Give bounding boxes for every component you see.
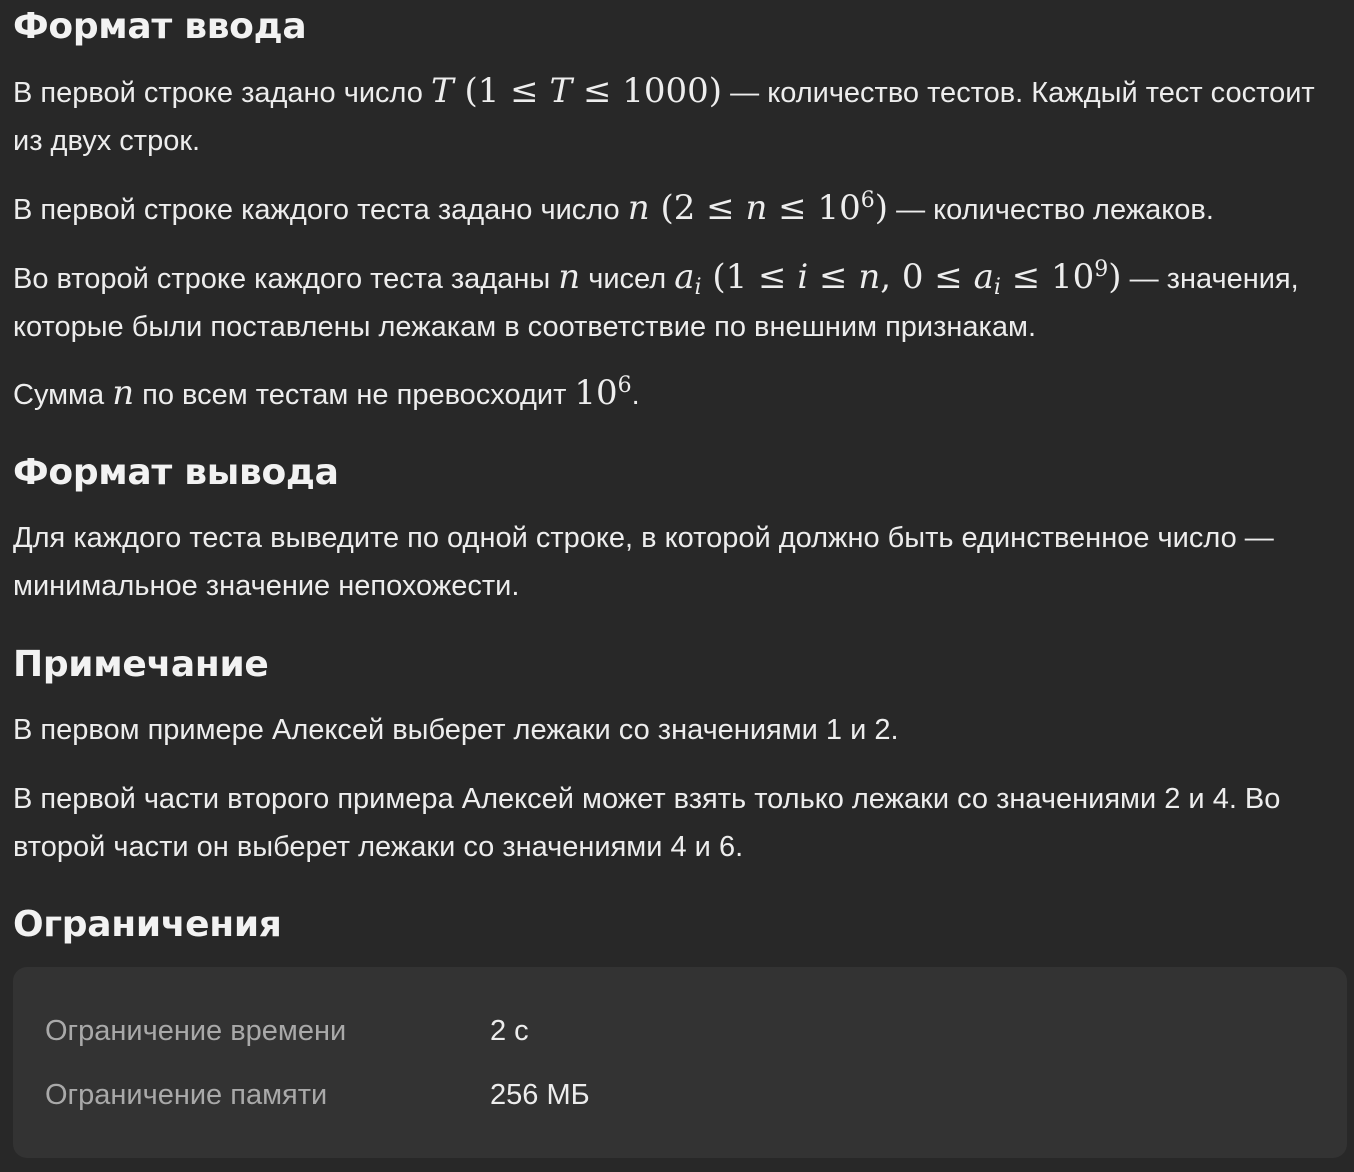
input-format-paragraph-3: Во второй строке каждого теста заданы n … <box>13 253 1347 351</box>
input-format-heading: Формат ввода <box>13 6 307 47</box>
math-var: i <box>797 257 809 297</box>
math-var: n <box>858 257 881 297</box>
math-formula: n (2 ≤ n ≤ 106) <box>628 188 888 228</box>
math-var: n <box>112 373 135 413</box>
text: Сумма <box>13 379 113 411</box>
limits-heading: Ограничения <box>13 904 282 945</box>
memory-limit-label: Ограничение памяти <box>45 1079 328 1111</box>
math-text: ≤ 10 <box>767 188 861 228</box>
text: В первой строке задано число <box>13 77 431 109</box>
math-var: n <box>558 257 581 297</box>
time-limit-label: Ограничение времени <box>45 1015 347 1047</box>
limits-panel <box>13 967 1347 1158</box>
note-paragraph-1: В первом примере Алексей выберет лежаки … <box>13 714 899 746</box>
math-text: ≤ 10 <box>1000 257 1095 297</box>
math-var: n <box>745 188 768 228</box>
text: Во второй строке каждого теста заданы <box>13 263 559 295</box>
math-text: ≤ 1000) <box>572 71 723 111</box>
math-var: a <box>674 257 695 297</box>
time-limit-value: 2 с <box>490 1015 529 1047</box>
math-text: (1 ≤ <box>453 71 550 111</box>
output-format-paragraph: Для каждого теста выведите по одной стро… <box>13 522 1274 602</box>
math-formula: ai (1 ≤ i ≤ n, 0 ≤ ai ≤ 109) <box>674 257 1122 300</box>
math-text: , 0 ≤ <box>880 257 974 297</box>
math-var: a <box>973 257 994 297</box>
note-paragraph-2: В первой части второго примера Алексей м… <box>13 783 1281 863</box>
math-exponent: 6 <box>860 188 875 213</box>
note-heading: Примечание <box>13 644 269 685</box>
input-format-paragraph-2: В первой строке каждого теста задано чис… <box>13 184 1214 234</box>
math-text: (2 ≤ <box>649 188 746 228</box>
text: . <box>631 379 640 411</box>
text: чисел <box>580 263 675 295</box>
math-exponent: 6 <box>617 373 632 398</box>
math-exponent: 9 <box>1094 257 1109 282</box>
math-formula: 106 <box>574 373 631 413</box>
math-var: T <box>430 71 454 111</box>
memory-limit-value: 256 МБ <box>490 1079 590 1111</box>
math-text: ) <box>1108 257 1122 297</box>
input-format-paragraph-1: В первой строке задано число T (1 ≤ T ≤ … <box>13 67 1347 165</box>
math-text: 10 <box>574 373 618 413</box>
text: по всем тестам не превосходит <box>134 379 575 411</box>
input-format-paragraph-4: Сумма n по всем тестам не превосходит 10… <box>13 369 640 419</box>
math-text: ) <box>874 188 889 228</box>
math-subscript: i <box>694 275 702 300</box>
math-text: ≤ <box>808 257 859 297</box>
math-formula: T (1 ≤ T ≤ 1000) <box>431 71 722 111</box>
text: В первой строке каждого теста задано чис… <box>13 194 628 226</box>
math-subscript: i <box>993 275 1001 300</box>
math-var: T <box>549 71 573 111</box>
math-text: (1 ≤ <box>701 257 798 297</box>
math-var: n <box>627 188 650 228</box>
text: — количество лежаков. <box>888 194 1214 226</box>
output-format-heading: Формат вывода <box>13 452 339 493</box>
